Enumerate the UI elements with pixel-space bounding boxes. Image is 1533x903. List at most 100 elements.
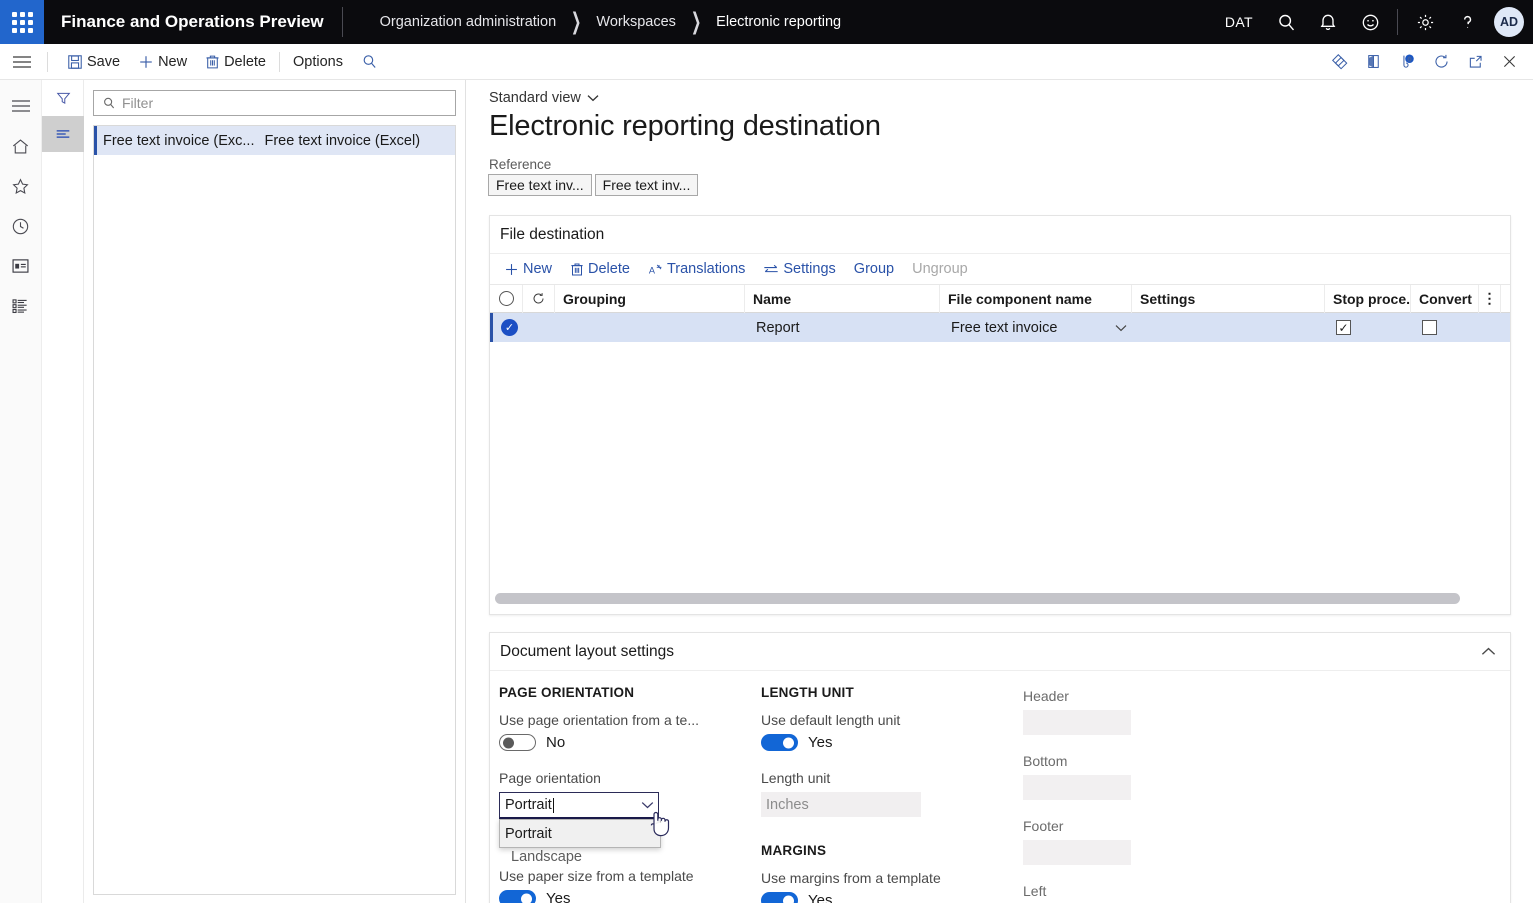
row-select-cell[interactable]: ✓ [493, 313, 526, 342]
use-default-length-unit-toggle[interactable] [761, 734, 798, 751]
file-component-lookup[interactable]: Free text invoice [951, 320, 1127, 336]
feedback-button[interactable] [1349, 0, 1391, 44]
plus-icon [138, 54, 154, 70]
delete-button[interactable]: Delete [196, 47, 275, 77]
save-button[interactable]: Save [58, 47, 129, 77]
grid-header-stop-processing[interactable]: Stop proce... [1325, 285, 1411, 313]
grid-delete-button[interactable]: Delete [562, 256, 638, 282]
svg-text:A: A [649, 265, 656, 275]
grid-ungroup-button[interactable]: Ungroup [904, 256, 976, 282]
margin-bottom-input [1023, 775, 1131, 800]
chevron-up-icon[interactable] [1481, 647, 1496, 656]
filter-funnel-icon [55, 90, 72, 107]
search-button[interactable] [1265, 0, 1307, 44]
list-panel-toolbar [42, 80, 84, 903]
margins-section-title: MARGINS [761, 843, 1023, 858]
refresh-icon [1432, 52, 1451, 71]
breadcrumb-item-organization-administration[interactable]: Organization administration [380, 14, 557, 30]
refresh-icon [531, 291, 546, 306]
page-orientation-option-landscape[interactable]: Landscape [506, 847, 761, 867]
top-navigation-bar: Finance and Operations Preview Organizat… [0, 0, 1533, 44]
select-all-circle-icon [499, 291, 514, 306]
reference-label: Reference [489, 157, 1533, 172]
grid-scrollbar-thumb[interactable] [495, 593, 1460, 604]
breadcrumb: Organization administration ❯ Workspaces… [343, 12, 841, 32]
rail-item-modules[interactable] [0, 286, 42, 326]
page-orientation-option-portrait[interactable]: Portrait [500, 820, 660, 847]
favorites-star-icon [10, 176, 31, 197]
grid-new-button[interactable]: New [496, 256, 560, 282]
grid-header-settings[interactable]: Settings [1132, 285, 1325, 313]
grid-translations-button[interactable]: A Translations [640, 256, 753, 282]
personalize-button[interactable] [1357, 46, 1389, 78]
grid-settings-button[interactable]: Settings [755, 256, 843, 282]
notifications-button[interactable] [1307, 0, 1349, 44]
grid-header-file-component-name[interactable]: File component name [940, 285, 1132, 313]
page-orientation-section: PAGE ORIENTATION Use page orientation fr… [499, 685, 761, 903]
reference-chip-2[interactable]: Free text inv... [595, 174, 699, 196]
smiley-icon [1360, 12, 1381, 33]
filter-pane-button[interactable] [42, 80, 84, 116]
table-row[interactable]: ✓ Report Free text invoice ✓ [490, 313, 1510, 342]
convert-checkbox[interactable] [1422, 320, 1437, 335]
grid-header-convert[interactable]: Convert [1411, 285, 1479, 313]
reference-chip-1[interactable]: Free text inv... [488, 174, 592, 196]
page-orientation-combobox[interactable]: Portrait [499, 792, 659, 819]
rail-item-home[interactable] [0, 126, 42, 166]
use-paper-size-template-toggle[interactable] [499, 890, 536, 903]
breadcrumb-separator-icon: ❯ [682, 9, 711, 36]
waffle-menu-button[interactable] [0, 0, 44, 44]
navigation-pane-toggle[interactable] [0, 44, 43, 80]
use-page-orientation-template-value: No [546, 734, 565, 751]
filter-box[interactable] [93, 90, 456, 116]
search-icon [361, 53, 378, 70]
avatar[interactable]: AD [1494, 7, 1524, 37]
row-name-cell[interactable]: Report [748, 313, 943, 342]
command-search-button[interactable] [352, 47, 387, 77]
breadcrumb-item-workspaces[interactable]: Workspaces [596, 14, 676, 30]
rail-item-menu[interactable] [0, 86, 42, 126]
use-margins-template-toggle[interactable] [761, 892, 798, 903]
list-item-primary: Free text invoice (Exc... [103, 133, 255, 149]
notes-button[interactable]: 0 [1391, 46, 1423, 78]
stop-processing-checkbox[interactable]: ✓ [1336, 320, 1351, 335]
trash-icon [205, 54, 220, 70]
trash-icon [570, 262, 584, 277]
list-item[interactable]: Free text invoice (Exc... Free text invo… [94, 126, 455, 155]
settings-button[interactable] [1404, 0, 1446, 44]
use-page-orientation-template-toggle[interactable] [499, 734, 536, 751]
row-file-component-name-cell[interactable]: Free text invoice [943, 313, 1135, 342]
grid-header-select-all[interactable] [490, 285, 523, 313]
workspaces-icon [10, 256, 31, 276]
attachments-button[interactable] [1323, 46, 1355, 78]
company-selector[interactable]: DAT [1213, 0, 1265, 44]
document-layout-settings-card: Document layout settings PAGE ORIENTATIO… [489, 632, 1511, 903]
row-more-cell [1482, 313, 1504, 342]
rail-item-favorites[interactable] [0, 166, 42, 206]
grid-header-refresh[interactable] [523, 285, 555, 313]
grid-horizontal-scrollbar[interactable] [495, 593, 1503, 604]
open-in-new-window-button[interactable] [1459, 46, 1491, 78]
filter-input[interactable] [122, 95, 447, 111]
document-layout-header[interactable]: Document layout settings [490, 633, 1510, 671]
row-stop-processing-cell[interactable]: ✓ [1328, 313, 1414, 342]
refresh-button[interactable] [1425, 46, 1457, 78]
row-convert-cell[interactable] [1414, 313, 1482, 342]
options-button[interactable]: Options [284, 47, 352, 77]
row-settings-cell[interactable] [1135, 313, 1328, 342]
grid-header-name[interactable]: Name [745, 285, 940, 313]
grid-header-grouping[interactable]: Grouping [555, 285, 745, 313]
close-button[interactable] [1493, 46, 1525, 78]
rail-item-recent[interactable] [0, 206, 42, 246]
rail-item-workspaces[interactable] [0, 246, 42, 286]
help-button[interactable] [1446, 0, 1488, 44]
chevron-down-icon[interactable] [641, 801, 654, 809]
grid-header-more-options[interactable]: ⋮ [1479, 285, 1501, 313]
row-grouping-cell[interactable] [558, 313, 748, 342]
new-button[interactable]: New [129, 47, 196, 77]
options-button-label: Options [293, 54, 343, 70]
breadcrumb-item-electronic-reporting[interactable]: Electronic reporting [716, 14, 841, 30]
view-selector[interactable]: Standard view [489, 90, 599, 106]
grid-group-button[interactable]: Group [846, 256, 902, 282]
list-view-button[interactable] [42, 116, 84, 152]
